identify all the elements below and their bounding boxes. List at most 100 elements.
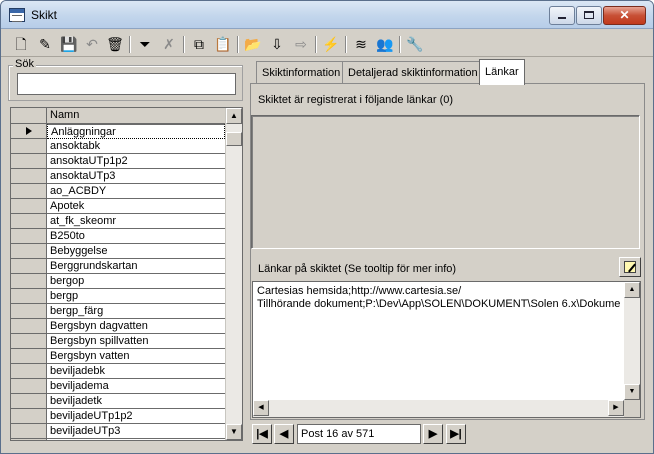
row-selector[interactable] <box>11 409 47 424</box>
last-record-button[interactable]: ▶| <box>446 424 466 444</box>
delete-icon[interactable]: 🗑 <box>105 34 125 54</box>
table-row[interactable]: beviljadema <box>11 379 225 394</box>
lightning-icon[interactable]: ⚡ <box>321 34 341 54</box>
open-folder-icon[interactable]: 📂 <box>243 34 263 54</box>
registered-links-list[interactable] <box>251 115 640 249</box>
table-row[interactable]: Bergsbyn vatten <box>11 349 225 364</box>
scroll-right-icon[interactable]: ▶ <box>608 400 624 416</box>
table-cell-name[interactable]: Apotek <box>47 199 225 214</box>
table-cell-name[interactable]: Anläggningar <box>47 124 225 139</box>
row-selector[interactable] <box>11 334 47 349</box>
table-cell-name[interactable]: bergp_färg <box>47 304 225 319</box>
table-row[interactable]: Berggrundskartan <box>11 259 225 274</box>
search-input[interactable] <box>17 73 236 95</box>
tab-detaljerad-skiktinformation[interactable]: Detaljerad skiktinformation <box>342 61 484 83</box>
scroll-up-icon[interactable]: ▲ <box>624 282 640 298</box>
row-selector[interactable] <box>11 274 47 289</box>
column-header-name[interactable]: Namn <box>47 108 225 124</box>
import-icon[interactable]: ⇩ <box>267 34 287 54</box>
row-selector[interactable] <box>11 199 47 214</box>
row-selector[interactable] <box>11 289 47 304</box>
edit-document-icon[interactable]: ✎ <box>35 34 55 54</box>
table-row[interactable]: bergop <box>11 274 225 289</box>
first-record-button[interactable]: |◀ <box>252 424 272 444</box>
clear-filter-icon[interactable]: ✗ <box>159 34 179 54</box>
next-record-button[interactable]: ▶ <box>423 424 443 444</box>
maximize-button[interactable] <box>576 6 602 25</box>
row-selector[interactable] <box>11 124 47 139</box>
table-row[interactable]: Bergsbyn spillvatten <box>11 334 225 349</box>
table-cell-name[interactable]: Biltrafik <box>47 439 225 440</box>
table-cell-name[interactable]: ansoktaUTp3 <box>47 169 225 184</box>
table-cell-name[interactable]: B250to <box>47 229 225 244</box>
table-row[interactable]: beviljadeUTp1p2 <box>11 409 225 424</box>
scroll-up-icon[interactable]: ▲ <box>226 108 242 124</box>
row-selector[interactable] <box>11 229 47 244</box>
title-bar[interactable]: Skikt ✕ <box>1 1 653 29</box>
table-cell-name[interactable]: Bergsbyn dagvatten <box>47 319 225 334</box>
row-selector[interactable] <box>11 259 47 274</box>
table-row[interactable]: Apotek <box>11 199 225 214</box>
table-cell-name[interactable]: Berggrundskartan <box>47 259 225 274</box>
new-document-icon[interactable]: 🗋 <box>11 34 31 54</box>
row-selector[interactable] <box>11 169 47 184</box>
table-cell-name[interactable]: bergop <box>47 274 225 289</box>
table-cell-name[interactable]: Bergsbyn spillvatten <box>47 334 225 349</box>
table-cell-name[interactable]: bergp <box>47 289 225 304</box>
row-selector[interactable] <box>11 244 47 259</box>
scroll-thumb[interactable] <box>226 132 242 146</box>
table-row[interactable]: Bebyggelse <box>11 244 225 259</box>
table-cell-name[interactable]: beviljadeUTp1p2 <box>47 409 225 424</box>
close-button[interactable]: ✕ <box>603 6 646 25</box>
previous-record-button[interactable]: ◀ <box>274 424 294 444</box>
table-cell-name[interactable]: ao_ACBDY <box>47 184 225 199</box>
export-icon[interactable]: ⇨ <box>291 34 311 54</box>
table-row[interactable]: ao_ACBDY <box>11 184 225 199</box>
row-selector[interactable] <box>11 394 47 409</box>
table-row[interactable]: bergp <box>11 289 225 304</box>
save-icon[interactable]: 💾 <box>59 34 79 54</box>
layer-links-textbox[interactable]: Cartesias hemsida;http://www.cartesia.se… <box>252 281 641 418</box>
users-icon[interactable]: 👥 <box>375 34 395 54</box>
table-row[interactable]: Bergsbyn dagvatten <box>11 319 225 334</box>
filter-icon[interactable]: ⏷ <box>135 34 155 54</box>
table-row[interactable]: beviljadebk <box>11 364 225 379</box>
layer-grid[interactable]: Namn Anläggningar ansoktabk ansoktaUTp1p2 a… <box>10 107 243 441</box>
table-cell-name[interactable]: ansoktaUTp1p2 <box>47 154 225 169</box>
row-selector[interactable] <box>11 154 47 169</box>
row-selector[interactable] <box>11 304 47 319</box>
scroll-down-icon[interactable]: ▼ <box>624 384 640 400</box>
table-cell-name[interactable]: Bergsbyn vatten <box>47 349 225 364</box>
table-row[interactable]: ansoktabk <box>11 139 225 154</box>
row-selector[interactable] <box>11 319 47 334</box>
table-row[interactable]: beviljadetk <box>11 394 225 409</box>
paste-icon[interactable]: 📋 <box>213 34 233 54</box>
table-row[interactable]: at_fk_skeomr <box>11 214 225 229</box>
row-selector[interactable] <box>11 364 47 379</box>
minimize-button[interactable] <box>549 6 575 25</box>
table-cell-name[interactable]: beviljadeUTp3 <box>47 424 225 439</box>
table-cell-name[interactable]: beviljadebk <box>47 364 225 379</box>
row-selector[interactable] <box>11 184 47 199</box>
table-row[interactable]: Anläggningar <box>11 124 225 139</box>
table-cell-name[interactable]: ansoktabk <box>47 139 225 154</box>
table-row[interactable]: Biltrafik <box>11 439 225 440</box>
layers-icon[interactable]: ≋ <box>351 34 371 54</box>
table-row[interactable]: bergp_färg <box>11 304 225 319</box>
row-selector[interactable] <box>11 214 47 229</box>
scroll-down-icon[interactable]: ▼ <box>226 424 242 440</box>
table-row[interactable]: B250to <box>11 229 225 244</box>
edit-links-button[interactable] <box>619 257 641 277</box>
copy-icon[interactable]: ⧉ <box>189 34 209 54</box>
table-cell-name[interactable]: beviljadema <box>47 379 225 394</box>
scroll-left-icon[interactable]: ◀ <box>253 400 269 416</box>
undo-icon[interactable]: ↶ <box>82 34 102 54</box>
tab-skiktinformation[interactable]: Skiktinformation <box>256 61 347 83</box>
table-row[interactable]: ansoktaUTp3 <box>11 169 225 184</box>
table-row[interactable]: beviljadeUTp3 <box>11 424 225 439</box>
table-cell-name[interactable]: at_fk_skeomr <box>47 214 225 229</box>
grid-scrollbar[interactable]: ▲ ▼ <box>225 108 242 440</box>
table-cell-name[interactable]: beviljadetk <box>47 394 225 409</box>
tools-icon[interactable]: 🔧 <box>405 34 425 54</box>
table-row[interactable]: ansoktaUTp1p2 <box>11 154 225 169</box>
